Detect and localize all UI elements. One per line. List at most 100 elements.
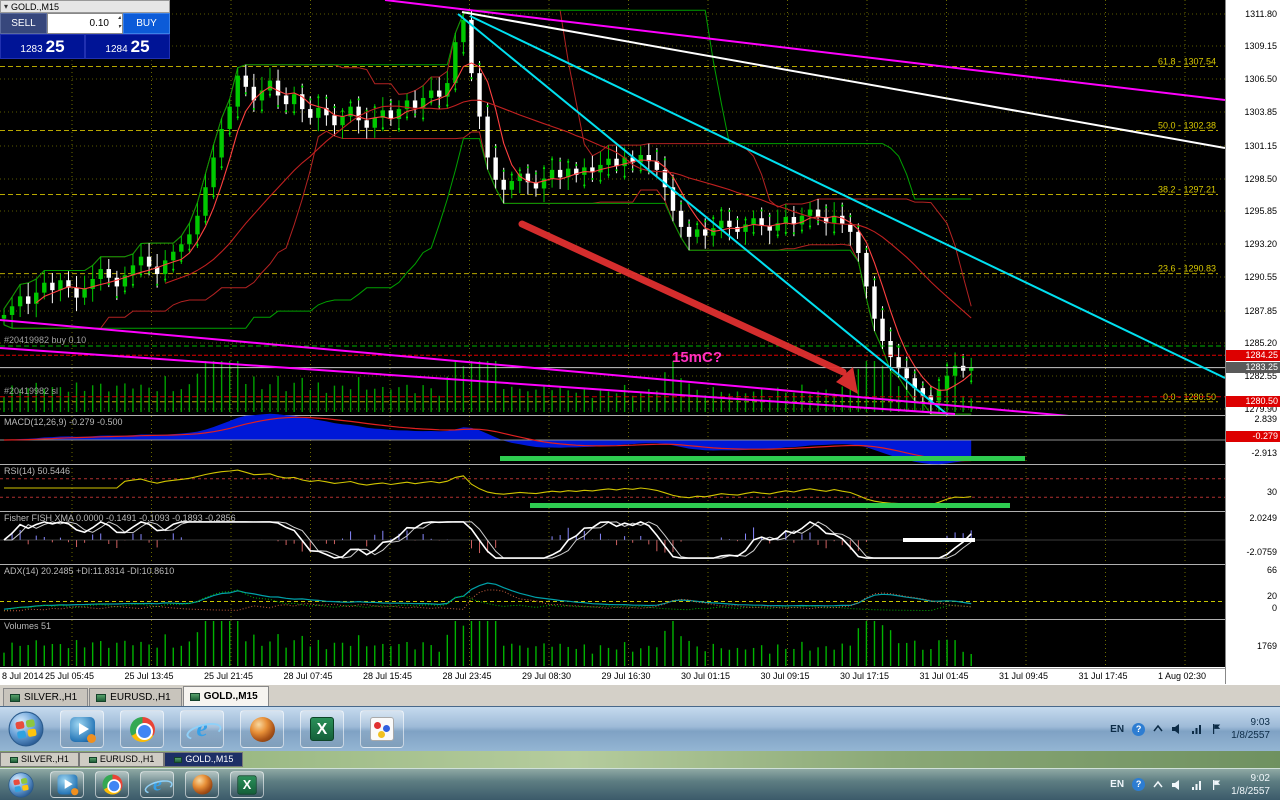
scale-tick: 0: [1271, 603, 1277, 613]
time-label: 29 Jul 08:30: [522, 671, 572, 681]
bid-price[interactable]: 1283 25: [0, 34, 85, 59]
firefox-glyph: [192, 774, 212, 795]
chart-icon: [10, 693, 20, 702]
bid-price-marker: 1283.25: [1226, 362, 1280, 373]
chart-tab-SILVER.,H1[interactable]: SILVER.,H1: [3, 688, 89, 706]
chrome-icon[interactable]: [95, 771, 129, 798]
scale-tick: -2.0759: [1246, 547, 1277, 557]
chrome-glyph: [129, 716, 155, 742]
sell-button[interactable]: SELL: [0, 13, 47, 34]
chart-tab-EURUSD.,H1[interactable]: EURUSD.,H1: [78, 752, 165, 767]
clock-outer[interactable]: 9:02 1/8/2557: [1231, 772, 1270, 798]
scale-tick: 2.839: [1254, 414, 1277, 424]
chart-tab-GOLD.,M15[interactable]: GOLD.,M15: [182, 686, 269, 706]
ie-glyph: [189, 716, 216, 742]
input-flag-icon[interactable]: [1211, 723, 1223, 735]
language-indicator[interactable]: EN: [1110, 724, 1124, 735]
time-axis[interactable]: 8 Jul 2014 25 Jul 05:45 25 Jul 13:45 25 Jul…: [0, 668, 1225, 684]
scale-tick: 1769: [1256, 641, 1277, 651]
paint-icon[interactable]: [360, 710, 404, 748]
chart-tab-label: EURUSD.,H1: [99, 754, 155, 764]
svg-text:38.2 - 1297.21: 38.2 - 1297.21: [1158, 185, 1216, 195]
taskbar-outer: EN 9:02 1/8/2557: [0, 768, 1280, 800]
excel-icon[interactable]: [300, 710, 344, 748]
price-chart: 61.8 - 1307.54 50.0 - 1302.38 38.2 - 1297.…: [0, 0, 1225, 668]
chart-tab-GOLD.,M15[interactable]: GOLD.,M15: [164, 752, 244, 767]
ie-glyph: [146, 774, 168, 795]
chevron-down-icon[interactable]: ▾: [4, 2, 8, 11]
time-label: 28 Jul 15:45: [363, 671, 413, 681]
main-pane: 61.8 - 1307.54 50.0 - 1302.38 38.2 - 1297.…: [0, 0, 1225, 415]
scale-tick: 2.0249: [1249, 513, 1277, 523]
stepper-down-icon[interactable]: ▾: [118, 23, 121, 32]
stepper-up-icon[interactable]: ▴: [118, 14, 121, 23]
one-click-trading-panel: ▾ GOLD.,M15 SELL 0.10 ▴ ▾ BUY 1283 25 128…: [0, 0, 170, 59]
indicator-label: ADX(14) 20.2485 +DI:11.8314 -DI:10.8610: [4, 566, 175, 576]
start-button[interactable]: [8, 711, 44, 747]
time-label: 31 Jul 01:45: [919, 671, 969, 681]
svg-text:#20419982 sl: #20419982 sl: [4, 386, 58, 396]
chrome-icon[interactable]: [120, 710, 164, 748]
scale-tick: 1295.85: [1244, 206, 1277, 216]
volume-icon[interactable]: [1171, 779, 1183, 791]
excel-icon[interactable]: [230, 771, 264, 798]
scale-tick: 1301.15: [1244, 141, 1277, 151]
time-label: 25 Jul 21:45: [204, 671, 254, 681]
volume-icon[interactable]: [1171, 723, 1183, 735]
trade-panel-header[interactable]: ▾ GOLD.,M15: [0, 0, 170, 13]
ie-icon[interactable]: [180, 710, 224, 748]
scale-tick: 1293.20: [1244, 239, 1277, 249]
network-icon[interactable]: [1191, 723, 1203, 735]
firefox-icon[interactable]: [185, 771, 219, 798]
indicator-label: RSI(14) 50.5446: [4, 466, 71, 476]
svg-text:23.6 - 1290.83: 23.6 - 1290.83: [1158, 264, 1216, 274]
scale-tick: 1306.50: [1244, 74, 1277, 84]
network-icon[interactable]: [1191, 779, 1203, 791]
time-label: 25 Jul 05:45: [45, 671, 95, 681]
svg-text:61.8 - 1307.54: 61.8 - 1307.54: [1158, 56, 1216, 66]
screen: 61.8 - 1307.54 50.0 - 1302.38 38.2 - 1297.…: [0, 0, 1280, 800]
tray-date-outer: 1/8/2557: [1231, 785, 1270, 797]
help-icon[interactable]: [1132, 778, 1146, 791]
firefox-icon[interactable]: [240, 710, 284, 748]
media-player-icon[interactable]: [50, 771, 84, 798]
chart-tab-bar: SILVER.,H1 EURUSD.,H1 GOLD.,M15: [0, 684, 1280, 706]
clock[interactable]: 9:03 1/8/2557: [1231, 716, 1270, 742]
volume-value: 0.10: [89, 18, 109, 29]
scale-tick: 20: [1266, 591, 1277, 601]
tray-chevron-icon[interactable]: [1153, 780, 1163, 790]
indicator-label: Fisher FISH XMA 0.0000 -0.1491 -0.1093 -…: [4, 513, 236, 523]
chart-icon: [96, 693, 107, 702]
chart-tab-EURUSD.,H1[interactable]: EURUSD.,H1: [89, 688, 182, 706]
start-button-outer[interactable]: [8, 771, 34, 798]
help-icon[interactable]: [1132, 722, 1146, 736]
volume-stepper[interactable]: ▴ ▾: [118, 14, 121, 32]
chart-tab-SILVER.,H1[interactable]: SILVER.,H1: [0, 752, 79, 767]
tray-chevron-icon[interactable]: [1153, 724, 1163, 734]
time-label: 1 Aug 02:30: [1158, 671, 1207, 681]
windows-orb-icon: [8, 771, 34, 798]
time-label: 31 Jul 09:45: [999, 671, 1049, 681]
scale-tick: 1285.20: [1244, 338, 1277, 348]
price-scale[interactable]: 1311.80 1309.15 1306.50 1303.85 1301.15 1298.…: [1225, 0, 1280, 684]
tray-time: 9:03: [1250, 717, 1270, 728]
svg-text:15mC?: 15mC?: [672, 349, 722, 366]
time-label: 29 Jul 16:30: [601, 671, 651, 681]
ask-price[interactable]: 1284 25: [85, 34, 170, 59]
chart-tab-label: SILVER.,H1: [24, 692, 78, 703]
language-indicator-outer[interactable]: EN: [1110, 779, 1124, 790]
scale-tick: 1311.80: [1245, 9, 1277, 19]
buy-button[interactable]: BUY: [123, 13, 170, 34]
volume-input[interactable]: 0.10 ▴ ▾: [47, 13, 123, 34]
time-label: 31 Jul 17:45: [1078, 671, 1128, 681]
media-player-glyph: [69, 716, 96, 743]
mt4-chart-window: 61.8 - 1307.54 50.0 - 1302.38 38.2 - 1297.…: [0, 0, 1280, 684]
ie-icon[interactable]: [140, 771, 174, 798]
svg-text:#20419982 buy 0.10: #20419982 buy 0.10: [4, 335, 86, 345]
desktop-wallpaper: SILVER.,H1 EURUSD.,H1 GOLD.,M15: [0, 751, 1280, 768]
stoploss-price-marker: 1280.50: [1226, 396, 1280, 407]
windows-orb-icon: [8, 711, 44, 747]
system-tray-outer: EN 9:02 1/8/2557: [1110, 772, 1280, 798]
input-flag-icon[interactable]: [1211, 779, 1223, 791]
media-player-icon[interactable]: [60, 710, 104, 748]
